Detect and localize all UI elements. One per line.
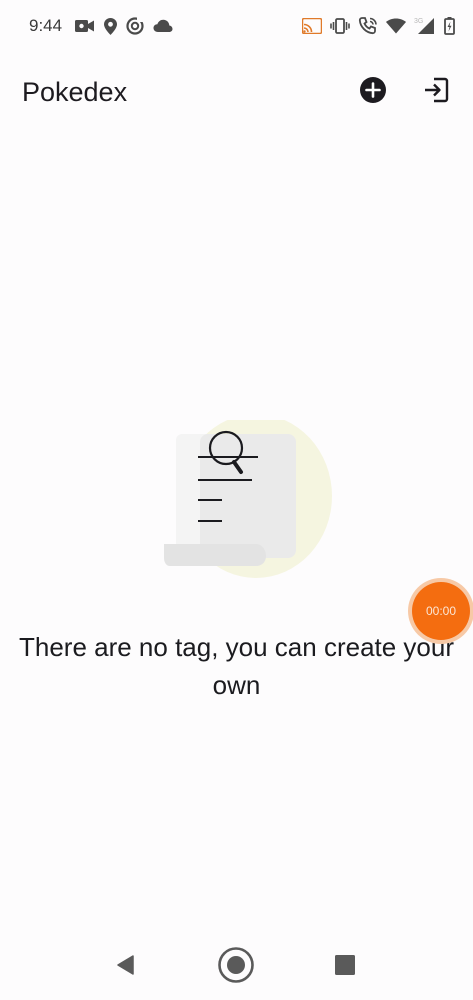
status-right-group: 3G (302, 0, 455, 52)
nav-recents-button[interactable] (325, 947, 365, 987)
recents-icon (334, 954, 356, 981)
status-left-group: 9:44 (29, 0, 173, 52)
logout-button[interactable] (419, 75, 453, 109)
data-saver-icon (126, 17, 145, 35)
video-camera-icon (75, 19, 95, 33)
app-bar: Pokedex (0, 52, 473, 134)
network-type-label: 3G (414, 18, 423, 25)
page-title: Pokedex (22, 77, 128, 107)
add-circle-icon (359, 76, 387, 109)
home-icon (217, 946, 255, 989)
nav-back-button[interactable] (106, 947, 146, 987)
empty-state-message: There are no tag, you can create your ow… (18, 632, 455, 700)
wifi-calling-icon (358, 17, 378, 35)
document-search-illustration (140, 414, 340, 590)
add-tag-button[interactable] (356, 75, 390, 109)
mobile-signal-icon: 3G (414, 17, 436, 35)
logout-icon (422, 76, 450, 109)
nav-home-button[interactable] (216, 946, 256, 989)
battery-icon (444, 17, 455, 35)
status-bar: 9:44 3G (0, 0, 473, 52)
recording-timer-label: 00:00 (425, 604, 457, 618)
vibrate-icon (330, 18, 350, 34)
navigation-bar (0, 935, 473, 1000)
wifi-icon (386, 18, 406, 34)
status-time: 9:44 (29, 16, 63, 35)
location-pin-icon (104, 17, 118, 35)
cloud-icon (153, 19, 173, 33)
back-icon (115, 954, 137, 981)
cast-icon (302, 18, 322, 34)
recording-timer-chip[interactable]: 00:00 (412, 582, 470, 640)
